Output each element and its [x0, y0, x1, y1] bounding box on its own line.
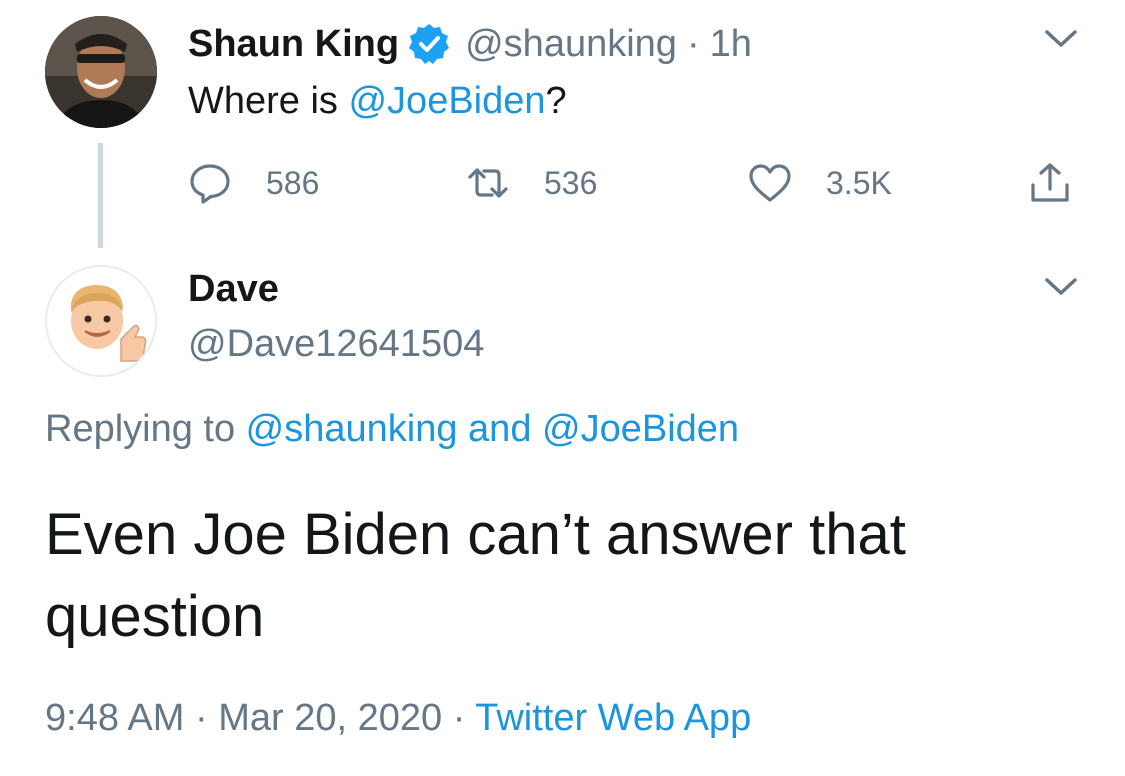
thread-line: [98, 143, 103, 248]
tweet-text-suffix: ?: [545, 80, 567, 122]
source-link[interactable]: Twitter Web App: [475, 697, 751, 739]
heart-icon: [749, 164, 791, 202]
replying-mentions-link[interactable]: @shaunking and @JoeBiden: [246, 408, 739, 450]
share-icon: [1031, 163, 1069, 202]
author-handle[interactable]: @shaunking: [465, 23, 677, 66]
like-count: 3.5K: [826, 164, 892, 201]
separator: ·: [194, 697, 208, 739]
retweet-button[interactable]: 536: [466, 158, 597, 208]
author-name[interactable]: Shaun King: [188, 23, 399, 66]
avatar[interactable]: [45, 16, 157, 128]
reply-count: 586: [266, 164, 320, 201]
separator: ·: [686, 22, 700, 65]
replying-to-label: Replying to: [45, 408, 246, 450]
reply-text: Even Joe Biden can’t answer that questio…: [45, 502, 906, 649]
relative-time[interactable]: 1h: [710, 23, 752, 66]
retweet-count: 536: [544, 164, 598, 201]
chevron-down-icon[interactable]: [1044, 28, 1078, 50]
mention-link[interactable]: @JoeBiden: [348, 80, 545, 122]
author-name[interactable]: Dave: [188, 268, 279, 311]
timestamp-date[interactable]: Mar 20, 2020: [218, 697, 442, 739]
retweet-icon: [468, 168, 508, 198]
tweet-header: Shaun King @shaunking · 1h: [188, 18, 752, 70]
separator: ·: [452, 697, 466, 739]
reply-icon: [190, 164, 230, 204]
tweet-text-prefix: Where is: [188, 80, 349, 122]
chevron-down-icon[interactable]: [1044, 276, 1078, 298]
like-button[interactable]: 3.5K: [748, 158, 892, 208]
replying-to: Replying to @shaunking and @JoeBiden: [45, 408, 739, 451]
author-handle[interactable]: @Dave12641504: [188, 323, 484, 366]
avatar[interactable]: [45, 265, 157, 377]
reply-button[interactable]: 586: [188, 158, 319, 208]
memoji-thumbs-up-icon: [47, 267, 155, 375]
timestamp-time[interactable]: 9:48 AM: [45, 697, 184, 739]
verified-badge-icon: [407, 22, 451, 66]
avatar-photo-icon: [45, 16, 157, 128]
tweet-meta: 9:48 AM · Mar 20, 2020 · Twitter Web App: [45, 697, 751, 740]
share-button[interactable]: [1028, 158, 1072, 208]
tweet-actions: 586 536 3.5K: [188, 158, 1088, 208]
tweet-text: Where is @JoeBiden?: [188, 80, 567, 123]
